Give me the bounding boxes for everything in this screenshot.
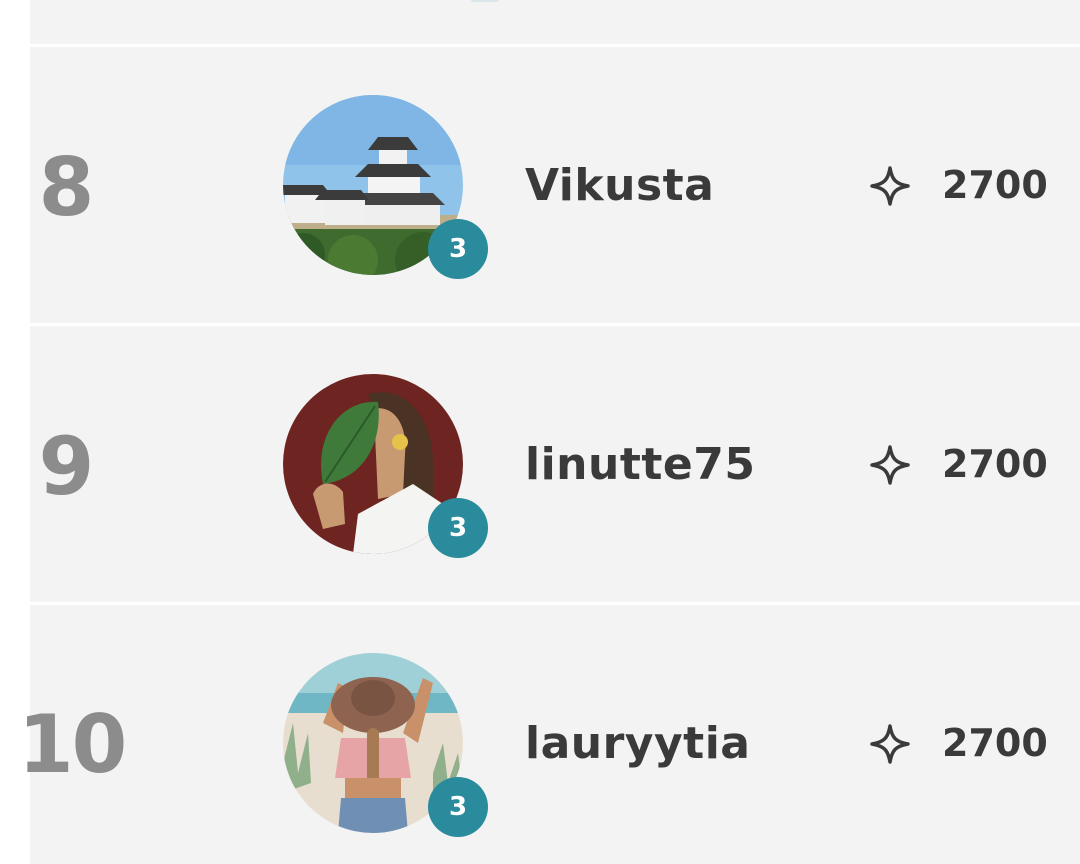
points-value: 2700 xyxy=(942,721,1048,765)
username[interactable]: linutte75 xyxy=(525,437,755,493)
username[interactable]: Vikusta xyxy=(525,158,714,214)
level-badge: 3 xyxy=(428,777,488,837)
rank-number: 8 xyxy=(38,141,95,234)
user-avatar[interactable]: 3 xyxy=(283,374,488,558)
leaderboard-page: 8 3 Vikusta 2700 9 3 linutte75 2700 10 3… xyxy=(0,0,1080,864)
points-value: 2700 xyxy=(942,163,1048,207)
points-value: 2700 xyxy=(942,442,1048,486)
level-badge: 3 xyxy=(428,219,488,279)
sparkle-icon xyxy=(870,166,910,206)
rank-number: 10 xyxy=(18,698,127,791)
previous-row-edge xyxy=(30,0,1080,44)
user-avatar[interactable]: 3 xyxy=(283,95,488,279)
sparkle-icon xyxy=(870,445,910,485)
previous-row-indicator xyxy=(470,0,500,2)
user-avatar[interactable]: 3 xyxy=(283,653,488,837)
rank-number: 9 xyxy=(38,420,95,513)
level-badge: 3 xyxy=(428,498,488,558)
username[interactable]: lauryytia xyxy=(525,716,750,772)
sparkle-icon xyxy=(870,724,910,764)
